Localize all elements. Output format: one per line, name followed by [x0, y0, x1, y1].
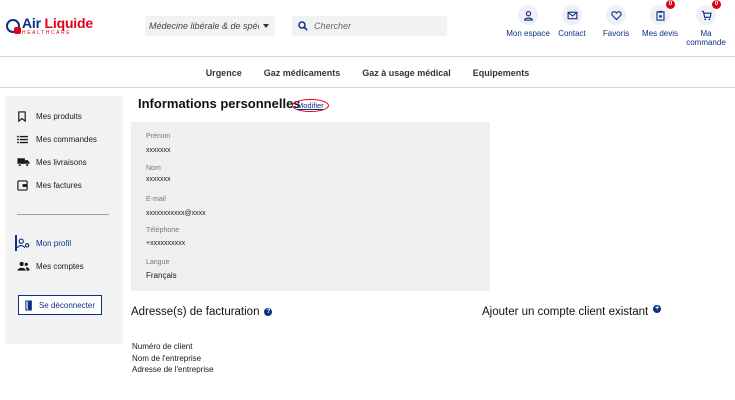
nav-favoris[interactable]: Favoris: [591, 5, 641, 38]
nav-mes-devis[interactable]: 0 Mes devis: [635, 0, 685, 38]
sidebar-item-mes-factures[interactable]: Mes factures: [17, 177, 82, 193]
user-icon: [523, 10, 533, 21]
segment-select[interactable]: Médecine libérale & de spéci...: [145, 16, 275, 36]
category-gaz-usage-medical[interactable]: Gaz à usage médical: [362, 68, 451, 78]
sidebar-separator: [17, 214, 109, 215]
logo-mark-icon: [6, 19, 21, 34]
sidebar-item-mes-livraisons[interactable]: Mes livraisons: [17, 154, 87, 170]
add-account-title-text: Ajouter un compte client existant: [482, 306, 649, 318]
category-equipements[interactable]: Equipements: [473, 68, 530, 78]
sidebar-item-mes-comptes[interactable]: Mes comptes: [17, 258, 84, 274]
search-input[interactable]: [314, 21, 439, 31]
billing-address-title: Adresse(s) de facturation ?: [131, 306, 273, 318]
modify-link[interactable]: Modifier: [292, 99, 329, 112]
field-label-email: E-mail: [146, 196, 166, 203]
billing-company-address: Adresse de l'entreprise: [132, 365, 214, 374]
add-account-title[interactable]: Ajouter un compte client existant +: [482, 305, 662, 318]
search-bar[interactable]: [292, 16, 447, 36]
air-liquide-logo[interactable]: Air Liquide HEALTHCARE: [6, 13, 93, 39]
personal-info-panel: Prénom xxxxxxx Nom xxxxxxx E-mail xxxxxx…: [131, 122, 490, 291]
category-gaz-medicaments[interactable]: Gaz médicaments: [264, 68, 341, 78]
field-value-email: xxxxxxxxxxx@xxxx: [146, 210, 206, 217]
field-value-langue: Français: [146, 271, 177, 280]
logout-button[interactable]: Se déconnecter: [18, 295, 102, 315]
group-icon: [17, 261, 30, 271]
field-value-nom: xxxxxxx: [146, 176, 171, 183]
sidebar-item-label: Mes livraisons: [36, 157, 87, 167]
site-header: Air Liquide HEALTHCARE Médecine libérale…: [0, 0, 735, 57]
logo-name-blue: Air: [22, 15, 41, 31]
nav-label: Contact: [558, 29, 586, 38]
nav-label: Mon espace: [506, 29, 550, 38]
add-circle-icon[interactable]: +: [653, 305, 662, 313]
mail-icon: [567, 11, 577, 19]
sidebar-item-label: Mon profil: [36, 238, 72, 248]
sidebar-item-label: Mes factures: [36, 180, 82, 190]
field-label-langue: Langue: [146, 259, 170, 266]
logo-subtitle: HEALTHCARE: [22, 30, 72, 36]
truck-icon: [17, 158, 30, 167]
page-title: Informations personnelles: [138, 96, 301, 111]
door-exit-icon: [25, 299, 32, 311]
list-icon: [17, 135, 28, 143]
sidebar-item-label: Mes commandes: [36, 134, 97, 144]
cart-icon: [701, 10, 712, 20]
nav-contact[interactable]: Contact: [547, 5, 597, 38]
field-label-prenom: Prénom: [146, 133, 171, 140]
sidebar-item-mon-profil[interactable]: Mon profil: [14, 235, 72, 251]
clipboard-icon: [655, 10, 665, 21]
field-value-prenom: xxxxxxx: [146, 147, 171, 154]
logout-label: Se déconnecter: [38, 300, 96, 310]
field-label-nom: Nom: [146, 165, 161, 172]
help-icon[interactable]: ?: [264, 308, 273, 316]
nav-label: Mes devis: [641, 29, 678, 38]
nav-mon-espace[interactable]: Mon espace: [503, 5, 553, 38]
segment-select-value: Médecine libérale & de spéci...: [149, 21, 259, 31]
profile-settings-icon: [17, 238, 30, 248]
heart-icon: [610, 10, 622, 20]
account-sidebar: Mes produits Mes commandes Mes livraison…: [5, 96, 123, 344]
nav-ma-commande[interactable]: 0 Ma commande: [681, 0, 731, 48]
nav-label: Ma commande: [686, 29, 726, 48]
billing-address-title-text: Adresse(s) de facturation: [131, 306, 260, 318]
cart-count-badge: 0: [712, 0, 721, 9]
invoice-icon: [17, 179, 28, 191]
sidebar-item-label: Mes produits: [36, 111, 82, 121]
category-urgence[interactable]: Urgence: [206, 68, 242, 78]
field-value-telephone: +xxxxxxxxxx: [146, 240, 186, 247]
billing-client-number: Numéro de client: [132, 342, 193, 351]
caret-down-icon: [263, 24, 269, 28]
sidebar-item-mes-produits[interactable]: Mes produits: [17, 108, 82, 124]
sidebar-item-mes-commandes[interactable]: Mes commandes: [17, 131, 97, 147]
sidebar-item-label: Mes comptes: [36, 261, 84, 271]
category-nav: Urgence Gaz médicaments Gaz à usage médi…: [0, 58, 735, 88]
billing-company-name: Nom de l'entreprise: [132, 354, 202, 363]
search-icon[interactable]: [292, 21, 314, 31]
field-label-telephone: Téléphone: [146, 227, 180, 234]
devis-count-badge: 0: [666, 0, 675, 9]
logo-name-red: Liquide: [40, 15, 94, 31]
bookmark-icon: [18, 110, 26, 122]
nav-label: Favoris: [602, 29, 630, 38]
